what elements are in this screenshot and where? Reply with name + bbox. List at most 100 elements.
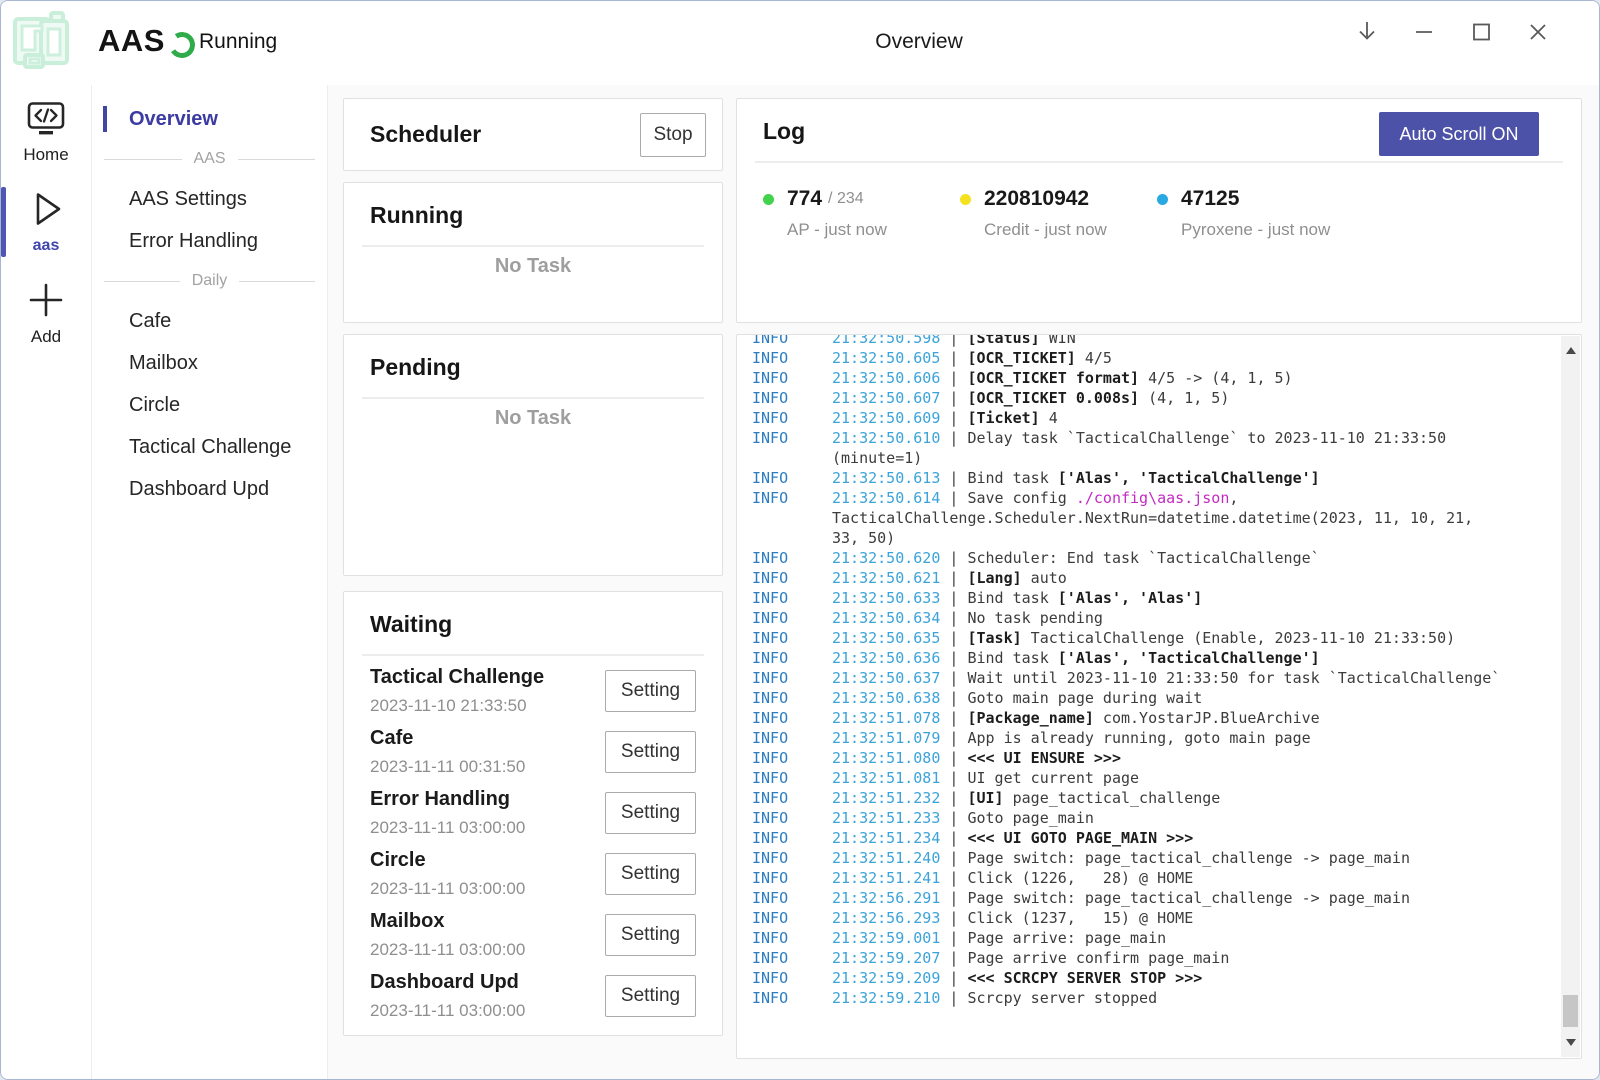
waiting-task-row: Error Handling2023-11-11 03:00:00Setting bbox=[344, 782, 722, 843]
stat-value: 774 bbox=[787, 187, 822, 211]
log-line: INFO21:32:51.240 | Page switch: page_tac… bbox=[752, 848, 1551, 868]
log-line: INFO21:32:59.210 | Scrcpy server stopped bbox=[752, 988, 1551, 1008]
sidebar-item-aas-settings[interactable]: AAS Settings bbox=[92, 178, 327, 220]
scheduler-status-text: Running bbox=[199, 30, 277, 54]
waiting-task-name: Circle bbox=[370, 849, 605, 872]
log-level: INFO bbox=[752, 548, 832, 568]
scroll-down-arrow-icon[interactable] bbox=[1566, 1039, 1576, 1046]
running-panel: Running No Task bbox=[343, 182, 723, 323]
sidebar-item-label: Tactical Challenge bbox=[129, 436, 291, 459]
sidebar-item-label: Error Handling bbox=[129, 230, 258, 253]
update-download-button[interactable] bbox=[1352, 17, 1382, 47]
log-level: INFO bbox=[752, 608, 832, 628]
setting-button[interactable]: Setting bbox=[605, 914, 696, 956]
log-level: INFO bbox=[752, 334, 832, 348]
log-line: INFO21:32:50.637 | Wait until 2023-11-10… bbox=[752, 668, 1551, 688]
stop-button[interactable]: Stop bbox=[640, 113, 706, 157]
sidebar-item-tactical-challenge[interactable]: Tactical Challenge bbox=[92, 426, 327, 468]
log-separator: | bbox=[940, 929, 967, 947]
log-level bbox=[752, 528, 832, 548]
auto-scroll-button[interactable]: Auto Scroll ON bbox=[1379, 112, 1539, 156]
sidebar-item-circle[interactable]: Circle bbox=[92, 384, 327, 426]
log-separator: | bbox=[940, 429, 967, 447]
waiting-task-row: Dashboard Upd2023-11-11 03:00:00Setting bbox=[344, 965, 722, 1026]
log-scrollbar[interactable] bbox=[1561, 336, 1580, 1057]
waiting-task-info: Error Handling2023-11-11 03:00:00 bbox=[370, 788, 605, 838]
log-level: INFO bbox=[752, 388, 832, 408]
log-level: INFO bbox=[752, 848, 832, 868]
app-name: AAS bbox=[98, 23, 165, 59]
waiting-list: Tactical Challenge2023-11-10 21:33:50Set… bbox=[344, 656, 722, 1026]
maximize-button[interactable] bbox=[1466, 17, 1496, 47]
pending-panel: Pending No Task bbox=[343, 334, 723, 576]
rail-item-home[interactable]: Home bbox=[1, 97, 91, 169]
log-level: INFO bbox=[752, 888, 832, 908]
close-button[interactable] bbox=[1523, 17, 1553, 47]
stat-dot-icon bbox=[960, 194, 971, 205]
log-message: 21:32:50.607 | [OCR_TICKET 0.008s] (4, 1… bbox=[832, 388, 1229, 408]
log-separator: | bbox=[940, 969, 967, 987]
stat-value-row: 774/ 234 bbox=[763, 187, 960, 211]
setting-button[interactable]: Setting bbox=[605, 975, 696, 1017]
log-level: INFO bbox=[752, 808, 832, 828]
log-message: 21:32:50.636 | Bind task ['Alas', 'Tacti… bbox=[832, 648, 1320, 668]
sidebar-item-dashboard-upd[interactable]: Dashboard Upd bbox=[92, 468, 327, 510]
rail-item-aas[interactable]: aas bbox=[1, 185, 91, 259]
waiting-task-info: Circle2023-11-11 03:00:00 bbox=[370, 849, 605, 899]
log-line: INFO21:32:50.607 | [OCR_TICKET 0.008s] (… bbox=[752, 388, 1551, 408]
sidebar-item-mailbox[interactable]: Mailbox bbox=[92, 342, 327, 384]
sidebar-group-label: Daily bbox=[192, 272, 228, 290]
log-message: 21:32:59.001 | Page arrive: page_main bbox=[832, 928, 1166, 948]
waiting-title: Waiting bbox=[344, 592, 722, 654]
log-separator: | bbox=[940, 409, 967, 427]
log-separator: | bbox=[940, 829, 967, 847]
log-separator: | bbox=[940, 649, 967, 667]
log-line: INFO21:32:50.635 | [Task] TacticalChalle… bbox=[752, 628, 1551, 648]
log-line: INFO21:32:59.209 | <<< SCRCPY SERVER STO… bbox=[752, 968, 1551, 988]
log-separator: | bbox=[940, 789, 967, 807]
log-separator: | bbox=[940, 669, 967, 687]
waiting-task-info: Cafe2023-11-11 00:31:50 bbox=[370, 727, 605, 777]
scrollbar-thumb[interactable] bbox=[1563, 995, 1578, 1027]
log-separator: | bbox=[940, 809, 967, 827]
rail-item-add[interactable]: Add bbox=[1, 277, 91, 351]
nav-rail: Home aas Add bbox=[1, 85, 92, 1079]
log-line: INFO21:32:51.078 | [Package_name] com.Yo… bbox=[752, 708, 1551, 728]
log-output-panel[interactable]: INFO21:32:50.598 | [Status] WININFO21:32… bbox=[736, 334, 1582, 1059]
app-logo-icon bbox=[11, 9, 75, 78]
rail-item-label: Home bbox=[23, 145, 68, 165]
sidebar-item-overview[interactable]: Overview bbox=[92, 98, 327, 140]
log-timestamp: 21:32:56.293 bbox=[832, 909, 940, 927]
sidebar-item-error-handling[interactable]: Error Handling bbox=[92, 220, 327, 262]
scroll-up-arrow-icon[interactable] bbox=[1566, 347, 1576, 354]
log-line: INFO21:32:50.638 | Goto main page during… bbox=[752, 688, 1551, 708]
setting-button[interactable]: Setting bbox=[605, 731, 696, 773]
stat-value-row: 47125 bbox=[1157, 187, 1354, 211]
log-timestamp: 21:32:59.210 bbox=[832, 989, 940, 1007]
log-message: 21:32:50.613 | Bind task ['Alas', 'Tacti… bbox=[832, 468, 1320, 488]
log-message: 21:32:50.635 | [Task] TacticalChallenge … bbox=[832, 628, 1455, 648]
log-message: 21:32:50.598 | [Status] WIN bbox=[832, 334, 1076, 348]
log-line: INFO21:32:50.636 | Bind task ['Alas', 'T… bbox=[752, 648, 1551, 668]
log-level: INFO bbox=[752, 788, 832, 808]
log-message: 21:32:51.234 | <<< UI GOTO PAGE_MAIN >>> bbox=[832, 828, 1193, 848]
waiting-task-info: Mailbox2023-11-11 03:00:00 bbox=[370, 910, 605, 960]
page-title: Overview bbox=[875, 30, 963, 54]
setting-button[interactable]: Setting bbox=[605, 792, 696, 834]
waiting-task-info: Dashboard Upd2023-11-11 03:00:00 bbox=[370, 971, 605, 1021]
setting-button[interactable]: Setting bbox=[605, 853, 696, 895]
log-timestamp: 21:32:50.621 bbox=[832, 569, 940, 587]
active-indicator bbox=[103, 106, 107, 132]
log-timestamp: 21:32:50.598 bbox=[832, 334, 940, 347]
log-message: 21:32:50.620 | Scheduler: End task `Tact… bbox=[832, 548, 1320, 568]
log-line: (minute=1) bbox=[752, 448, 1551, 468]
minimize-button[interactable] bbox=[1409, 17, 1439, 47]
log-line: INFO21:32:50.620 | Scheduler: End task `… bbox=[752, 548, 1551, 568]
setting-button[interactable]: Setting bbox=[605, 670, 696, 712]
log-message: 21:32:50.614 | Save config ./config\aas.… bbox=[832, 488, 1238, 508]
stat-label: AP - just now bbox=[763, 220, 960, 240]
log-message: 21:32:50.638 | Goto main page during wai… bbox=[832, 688, 1202, 708]
divider bbox=[362, 397, 704, 399]
sidebar-item-cafe[interactable]: Cafe bbox=[92, 300, 327, 342]
log-message: 21:32:56.293 | Click (1237, 15) @ HOME bbox=[832, 908, 1193, 928]
